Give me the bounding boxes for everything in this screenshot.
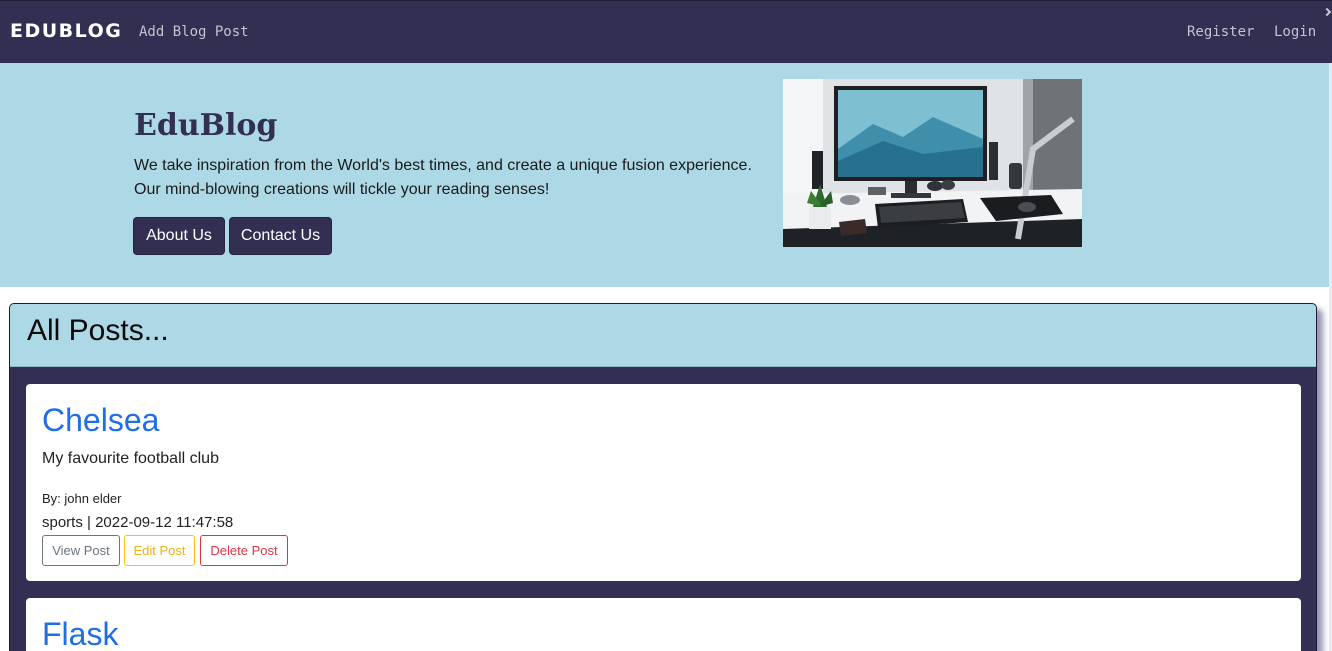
hero-title: EduBlog — [134, 108, 277, 143]
chevron-icon — [1323, 8, 1331, 16]
contact-us-button[interactable]: Contact Us — [229, 217, 332, 255]
register-link[interactable]: Register — [1187, 24, 1254, 40]
top-navbar: EDUBLOG Add Blog Post Register Login — [0, 0, 1332, 63]
hero-line-2: Our mind-blowing creations will tickle y… — [134, 178, 774, 202]
post-card: Chelsea My favourite football club By: j… — [26, 384, 1301, 581]
all-posts-panel: All Posts... Chelsea My favourite footba… — [9, 303, 1317, 651]
add-blog-post-link[interactable]: Add Blog Post — [139, 24, 249, 40]
post-author: By: john elder — [42, 491, 122, 506]
hero-description: We take inspiration from the World's bes… — [134, 154, 774, 202]
posts-header: All Posts... — [10, 304, 1316, 367]
post-title-link[interactable]: Chelsea — [42, 402, 159, 439]
edit-post-button[interactable]: Edit Post — [124, 535, 195, 566]
hero-banner: EduBlog We take inspiration from the Wor… — [0, 63, 1329, 287]
desk-setup-illustration — [783, 79, 1082, 247]
post-category-date: sports | 2022-09-12 11:47:58 — [42, 514, 233, 531]
post-description: My favourite football club — [42, 450, 219, 468]
about-us-button[interactable]: About Us — [133, 217, 225, 255]
post-card: Flask — [26, 598, 1301, 651]
brand-logo-link[interactable]: EDUBLOG — [10, 20, 122, 42]
posts-title: All Posts... — [27, 314, 169, 348]
post-title-link[interactable]: Flask — [42, 616, 118, 651]
delete-post-button[interactable]: Delete Post — [200, 535, 288, 566]
hero-desk-image — [783, 79, 1082, 247]
hero-line-1: We take inspiration from the World's bes… — [134, 154, 774, 178]
view-post-button[interactable]: View Post — [42, 535, 120, 566]
login-link[interactable]: Login — [1274, 24, 1316, 40]
